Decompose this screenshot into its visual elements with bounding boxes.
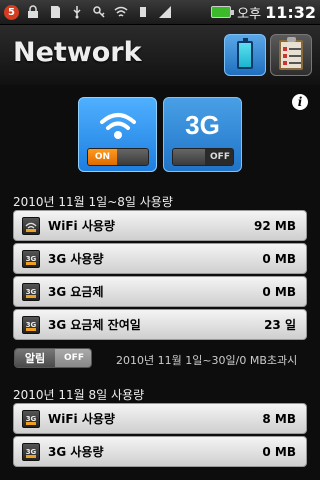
battery-icon[interactable] xyxy=(211,6,235,18)
notification-count-icon[interactable]: 5 xyxy=(4,4,19,20)
page-title: Network xyxy=(13,37,142,68)
signal-icon[interactable] xyxy=(157,4,173,20)
app-header: Network xyxy=(0,25,320,85)
3g-switch-state: OFF xyxy=(205,149,233,165)
row-value: 0 MB xyxy=(262,444,296,459)
wifi-icon xyxy=(79,106,156,144)
alarm-toggle[interactable]: 알림 OFF xyxy=(14,348,92,368)
list-item[interactable]: 3G WiFi 사용량 8 MB xyxy=(13,403,307,434)
3g-icon: 3G xyxy=(22,249,40,268)
alarm-label: 알림 xyxy=(15,349,55,367)
row-value: 23 일 xyxy=(264,318,296,332)
list-item[interactable]: 3G 3G 요금제 잔여일 23 일 xyxy=(13,309,307,340)
wifi-icon xyxy=(22,216,40,235)
3g-label: 3G xyxy=(185,109,220,140)
row-label: 3G 사용량 xyxy=(48,445,104,459)
info-icon[interactable]: i xyxy=(292,94,308,110)
row-value: 0 MB xyxy=(262,284,296,299)
wifi-toggle-tile[interactable]: ON xyxy=(78,97,157,172)
usb-icon[interactable] xyxy=(69,4,85,20)
status-ampm: 오후 xyxy=(237,6,262,22)
period-usage-title: 2010년 11월 1일~8일 사용량 xyxy=(13,195,173,209)
3g-icon: 3G xyxy=(22,442,40,461)
alarm-state: OFF xyxy=(55,349,91,367)
row-label: WiFi 사용량 xyxy=(48,219,115,233)
status-clock: 11:32 xyxy=(265,2,316,22)
3g-icon: 3G xyxy=(22,409,40,428)
row-label: 3G 요금제 xyxy=(48,285,104,299)
lock-icon[interactable] xyxy=(25,4,41,20)
wifi-switch-state: ON xyxy=(88,149,117,165)
battery-view-button[interactable] xyxy=(224,34,266,76)
daily-usage-title: 2010년 11월 8일 사용량 xyxy=(13,388,145,402)
period-usage-list: WiFi 사용량 92 MB 3G 3G 사용량 0 MB 3G 3G 요금제 … xyxy=(13,210,307,342)
vibrate-icon[interactable] xyxy=(135,4,151,20)
3g-toggle-tile[interactable]: 3G OFF xyxy=(163,97,242,172)
list-item[interactable]: WiFi 사용량 92 MB xyxy=(13,210,307,241)
list-item[interactable]: 3G 3G 요금제 0 MB xyxy=(13,276,307,307)
key-icon[interactable] xyxy=(91,4,107,20)
sd-card-icon[interactable] xyxy=(47,4,63,20)
row-value: 0 MB xyxy=(262,251,296,266)
list-item[interactable]: 3G 3G 사용량 0 MB xyxy=(13,436,307,467)
3g-icon: 3G xyxy=(22,282,40,301)
battery-icon xyxy=(237,38,253,69)
list-item[interactable]: 3G 3G 사용량 0 MB xyxy=(13,243,307,274)
daily-usage-list: 3G WiFi 사용량 8 MB 3G 3G 사용량 0 MB xyxy=(13,403,307,469)
row-label: 3G 요금제 잔여일 xyxy=(48,318,141,332)
status-bar: 5 오후 11:32 xyxy=(0,0,320,25)
checklist-button[interactable] xyxy=(270,34,312,76)
3g-switch[interactable]: OFF xyxy=(172,148,234,166)
clipboard-icon xyxy=(279,37,303,70)
row-label: WiFi 사용량 xyxy=(48,412,115,426)
row-value: 92 MB xyxy=(254,218,296,233)
row-label: 3G 사용량 xyxy=(48,252,104,266)
wifi-switch[interactable]: ON xyxy=(87,148,149,166)
wifi-status-icon[interactable] xyxy=(113,4,129,20)
row-value: 8 MB xyxy=(262,411,296,426)
calendar-icon: 3G xyxy=(22,315,40,334)
alarm-description: 2010년 11월 1일~30일/0 MB초과시 xyxy=(116,354,298,367)
